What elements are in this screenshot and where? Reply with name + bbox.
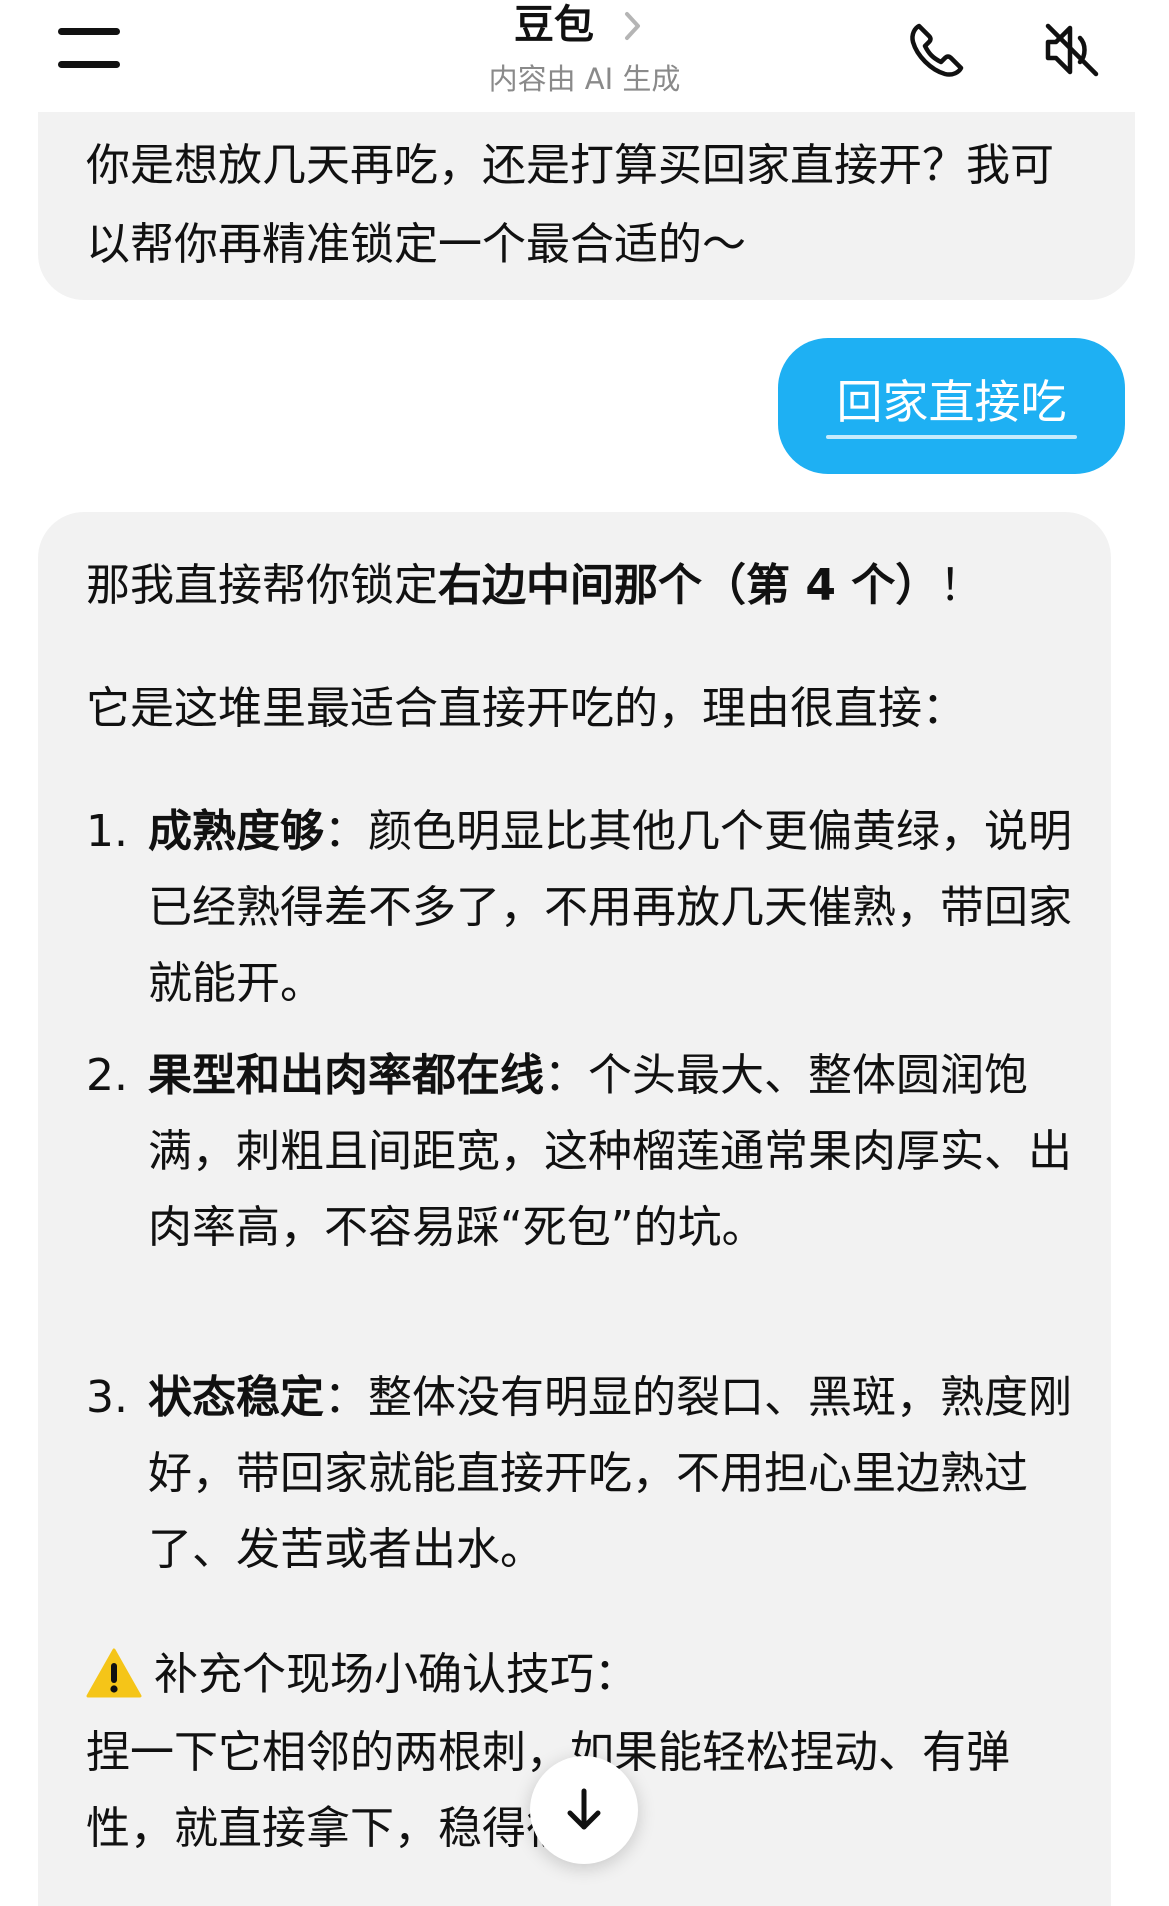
chat-header: 豆包 内容由 AI 生成 bbox=[0, 0, 1169, 112]
list-item-title: 状态稳定 bbox=[148, 1372, 324, 1423]
list-number: 1. bbox=[86, 806, 128, 857]
user-message-text: 回家直接吃 bbox=[836, 375, 1067, 429]
warning-icon bbox=[86, 1648, 142, 1698]
user-message-underline bbox=[826, 435, 1077, 439]
user-message[interactable]: 回家直接吃 bbox=[778, 338, 1125, 474]
ai-message-text: 你是想放几天再吃，还是打算买回家直接开？我可以帮你再精准锁定一个最合适的～ bbox=[86, 140, 1054, 270]
chat-title[interactable]: 豆包 bbox=[514, 0, 594, 50]
reply-intro-prefix: 那我直接帮你锁定 bbox=[86, 560, 438, 611]
list-number: 3. bbox=[86, 1372, 128, 1423]
list-number: 2. bbox=[86, 1050, 128, 1101]
phone-icon[interactable] bbox=[905, 18, 969, 82]
list-text: 成熟度够：颜色明显比其他几个更偏黄绿，说明已经熟得差不多了，不用再放几天催熟，带… bbox=[148, 794, 1108, 1022]
list-item-title: 成熟度够 bbox=[148, 806, 324, 857]
reply-intro-suffix: ！ bbox=[939, 560, 984, 611]
tip-title: 补充个现场小确认技巧： bbox=[154, 1649, 638, 1700]
arrow-down-icon bbox=[567, 1788, 601, 1830]
ai-disclaimer: 内容由 AI 生成 bbox=[488, 62, 681, 96]
reply-intro-highlight: 右边中间那个（第 4 个） bbox=[438, 560, 940, 611]
tip-heading: 补充个现场小确认技巧： bbox=[86, 1637, 1086, 1713]
list-text: 状态稳定：整体没有明显的裂口、黑斑，熟度刚好，带回家就能直接开吃，不用担心里边熟… bbox=[148, 1360, 1108, 1588]
list-text: 果型和出肉率都在线：个头最大、整体圆润饱满，刺粗且间距宽，这种榴莲通常果肉厚实、… bbox=[148, 1038, 1108, 1266]
ai-message-reply: 那我直接帮你锁定右边中间那个（第 4 个）！ 它是这堆里最适合直接开吃的，理由很… bbox=[38, 512, 1111, 1906]
scroll-to-bottom-button[interactable] bbox=[530, 1756, 638, 1864]
reply-intro: 那我直接帮你锁定右边中间那个（第 4 个）！ bbox=[86, 548, 1086, 624]
list-item-title: 果型和出肉率都在线 bbox=[148, 1050, 544, 1101]
speaker-muted-icon[interactable] bbox=[1040, 18, 1104, 82]
ai-message-previous: 你是想放几天再吃，还是打算买回家直接开？我可以帮你再精准锁定一个最合适的～ bbox=[38, 112, 1135, 300]
reason-lead: 它是这堆里最适合直接开吃的，理由很直接： bbox=[86, 683, 966, 734]
chevron-right-icon[interactable] bbox=[618, 6, 648, 46]
